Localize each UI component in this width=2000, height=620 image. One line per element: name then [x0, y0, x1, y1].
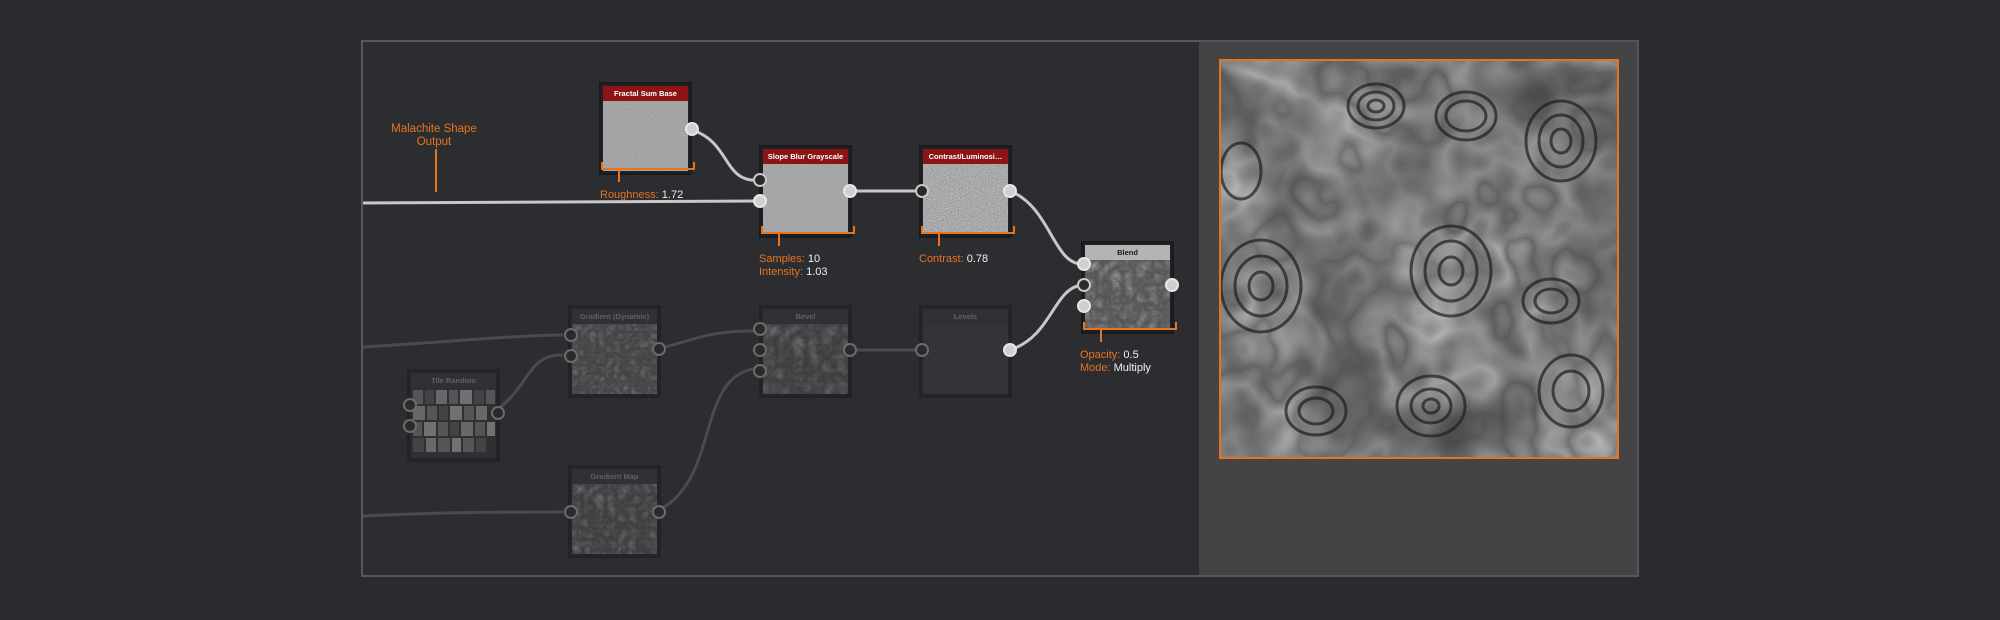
param-bracket [921, 226, 1015, 234]
output-port[interactable] [685, 122, 699, 136]
input-port[interactable] [564, 328, 578, 342]
node-tile-random[interactable]: Tile Random [407, 369, 500, 462]
frame-label-stem [435, 149, 437, 192]
node-blend[interactable]: Blend [1081, 241, 1174, 334]
contrast-thumbnail [923, 164, 1008, 234]
param-roughness: Roughness: 1.72 [600, 189, 684, 201]
link-levels-to-blend [1009, 283, 1084, 352]
output-port[interactable] [1165, 278, 1179, 292]
blend-thumbnail [1085, 260, 1170, 330]
param-bracket [601, 162, 695, 170]
link-dim-3 [654, 329, 761, 351]
node-title: Tile Random [411, 373, 496, 388]
input-port[interactable] [915, 343, 929, 357]
output-port[interactable] [1003, 184, 1017, 198]
gradient-dynamic-thumbnail [572, 324, 657, 394]
node-levels[interactable]: Levels [919, 305, 1012, 398]
param-opacity-mode: Opacity: 0.5 Mode: Multiply [1080, 349, 1151, 374]
input-port[interactable] [753, 343, 767, 357]
param-contrast: Contrast: 0.78 [919, 253, 989, 265]
node-title: Gradient Map [572, 469, 657, 484]
gradient-map-thumbnail [572, 484, 657, 554]
input-port[interactable] [1077, 299, 1091, 313]
param-samples-intensity: Samples: 10 Intensity: 1.03 [759, 253, 828, 278]
node-title: Levels [923, 309, 1008, 324]
node-title: Gradient (Dynamic) [572, 309, 657, 324]
input-port[interactable] [1077, 278, 1091, 292]
node-gradient-dynamic[interactable]: Gradient (Dynamic) [568, 305, 661, 398]
link-dim-1 [363, 333, 564, 349]
param-stem [938, 234, 940, 246]
input-port[interactable] [753, 364, 767, 378]
input-port[interactable] [564, 505, 578, 519]
node-graph-canvas[interactable]: Malachite Shape Output Fractal Sum Base … [363, 42, 1199, 575]
input-port[interactable] [915, 184, 929, 198]
link-fractal-to-slope [691, 128, 761, 182]
input-port[interactable] [403, 398, 417, 412]
node-title: Contrast/Luminosi… [923, 149, 1008, 164]
output-port[interactable] [652, 505, 666, 519]
frame-label: Malachite Shape Output [391, 123, 477, 148]
node-title: Blend [1085, 245, 1170, 260]
param-bracket [1083, 322, 1177, 330]
input-port[interactable] [1077, 257, 1091, 271]
input-port[interactable] [753, 194, 767, 208]
param-stem [618, 170, 620, 182]
param-stem [778, 234, 780, 246]
bevel-thumbnail [763, 324, 848, 394]
param-stem [1100, 330, 1102, 342]
input-port[interactable] [564, 349, 578, 363]
tile-random-thumbnail [411, 388, 496, 458]
malachite-texture-image [1221, 61, 1617, 457]
output-port[interactable] [491, 406, 505, 420]
node-contrast-luminosity[interactable]: Contrast/Luminosi… [919, 145, 1012, 238]
noise-thumbnail [603, 101, 688, 171]
link-contrast-to-blend [1009, 189, 1084, 266]
node-slope-blur-grayscale[interactable]: Slope Blur Grayscale [759, 145, 852, 238]
link-dim-6 [654, 366, 761, 514]
output-port[interactable] [652, 342, 666, 356]
input-port[interactable] [753, 322, 767, 336]
node-title: Slope Blur Grayscale [763, 149, 848, 164]
node-title: Bevel [763, 309, 848, 324]
node-bevel[interactable]: Bevel [759, 305, 852, 398]
link-dim-2 [494, 353, 564, 414]
blur-thumbnail [763, 164, 848, 234]
input-port[interactable] [753, 173, 767, 187]
output-port[interactable] [1003, 343, 1017, 357]
app-window: Malachite Shape Output Fractal Sum Base … [361, 40, 1639, 577]
node-title: Fractal Sum Base [603, 86, 688, 101]
node-gradient-map[interactable]: Gradient Map [568, 465, 661, 558]
output-port[interactable] [843, 184, 857, 198]
texture-preview[interactable] [1219, 59, 1619, 459]
levels-thumbnail [923, 324, 1008, 394]
2d-preview-panel [1199, 42, 1637, 575]
param-bracket [761, 226, 855, 234]
link-frame-to-slope [363, 199, 761, 205]
link-dim-5 [363, 510, 564, 518]
output-port[interactable] [843, 343, 857, 357]
input-port[interactable] [403, 419, 417, 433]
